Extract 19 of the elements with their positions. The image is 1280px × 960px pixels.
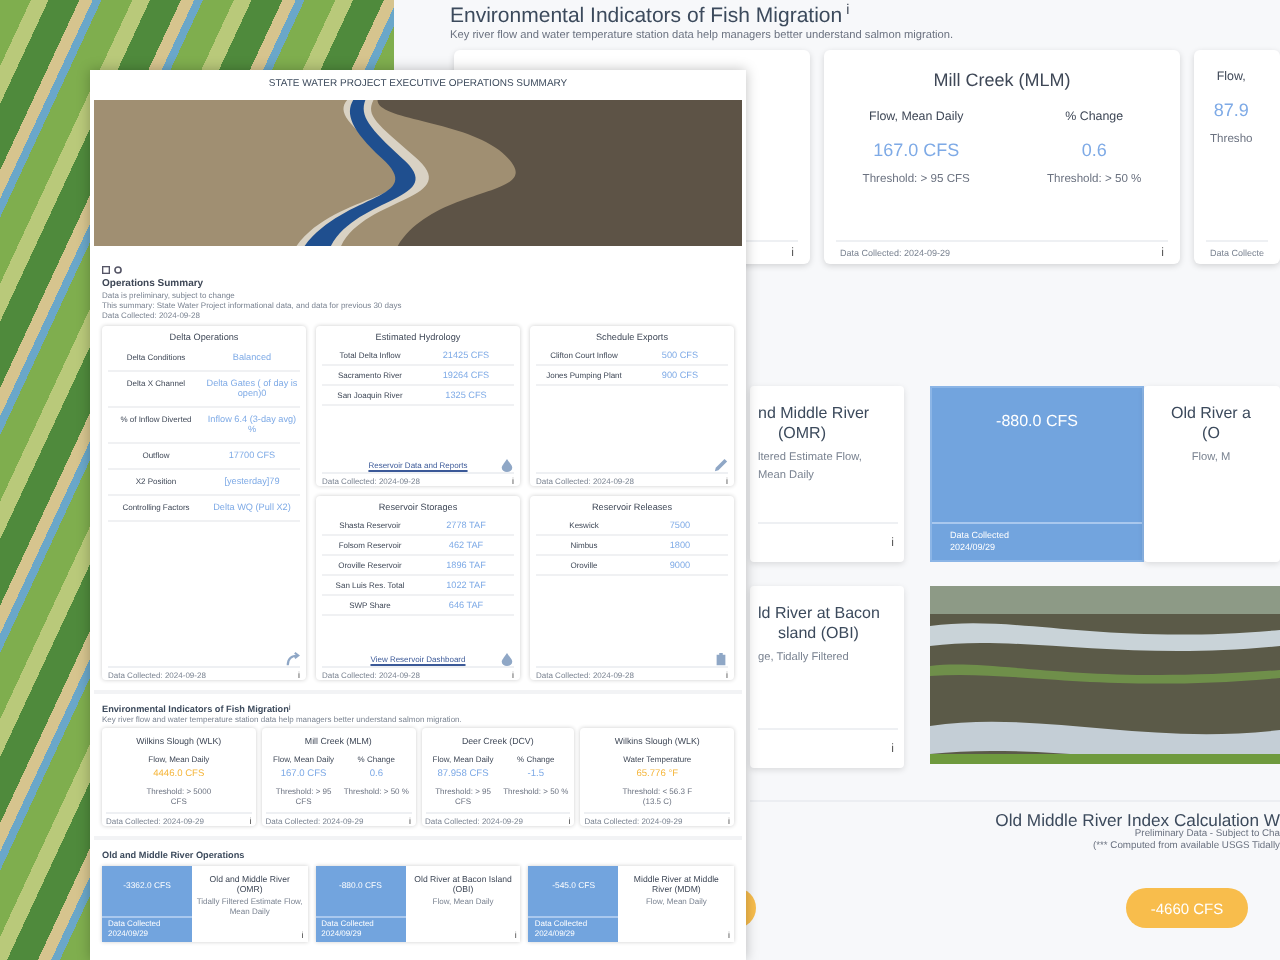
info-mark[interactable]: i [846, 4, 850, 18]
pencil-icon [714, 458, 728, 472]
station-name: nd Middle River [758, 404, 872, 424]
station-name: ld River at Bacon [758, 604, 882, 624]
drop-icon [500, 458, 514, 472]
station-name: sland (OBI) [776, 624, 861, 644]
section-title: Old Middle River Index Calculation W [993, 810, 1280, 830]
flow-value: -880.0 CFS [994, 412, 1080, 430]
clip-icon [714, 652, 728, 666]
curve-icon [286, 652, 300, 666]
station-name: (OMR) [776, 424, 828, 444]
station-name: Old River a [1170, 404, 1251, 424]
drop-icon [500, 652, 514, 666]
metric-value: 0.6 [1081, 140, 1107, 160]
station-name: (O [1200, 424, 1222, 444]
metric-value: 167.0 CFS [873, 140, 960, 160]
section-title: Environmental Indicators of Fish Migration [450, 4, 843, 28]
metric-value: 87.9 [1213, 100, 1249, 120]
station-name: Mill Creek (MLM) [931, 70, 1073, 90]
